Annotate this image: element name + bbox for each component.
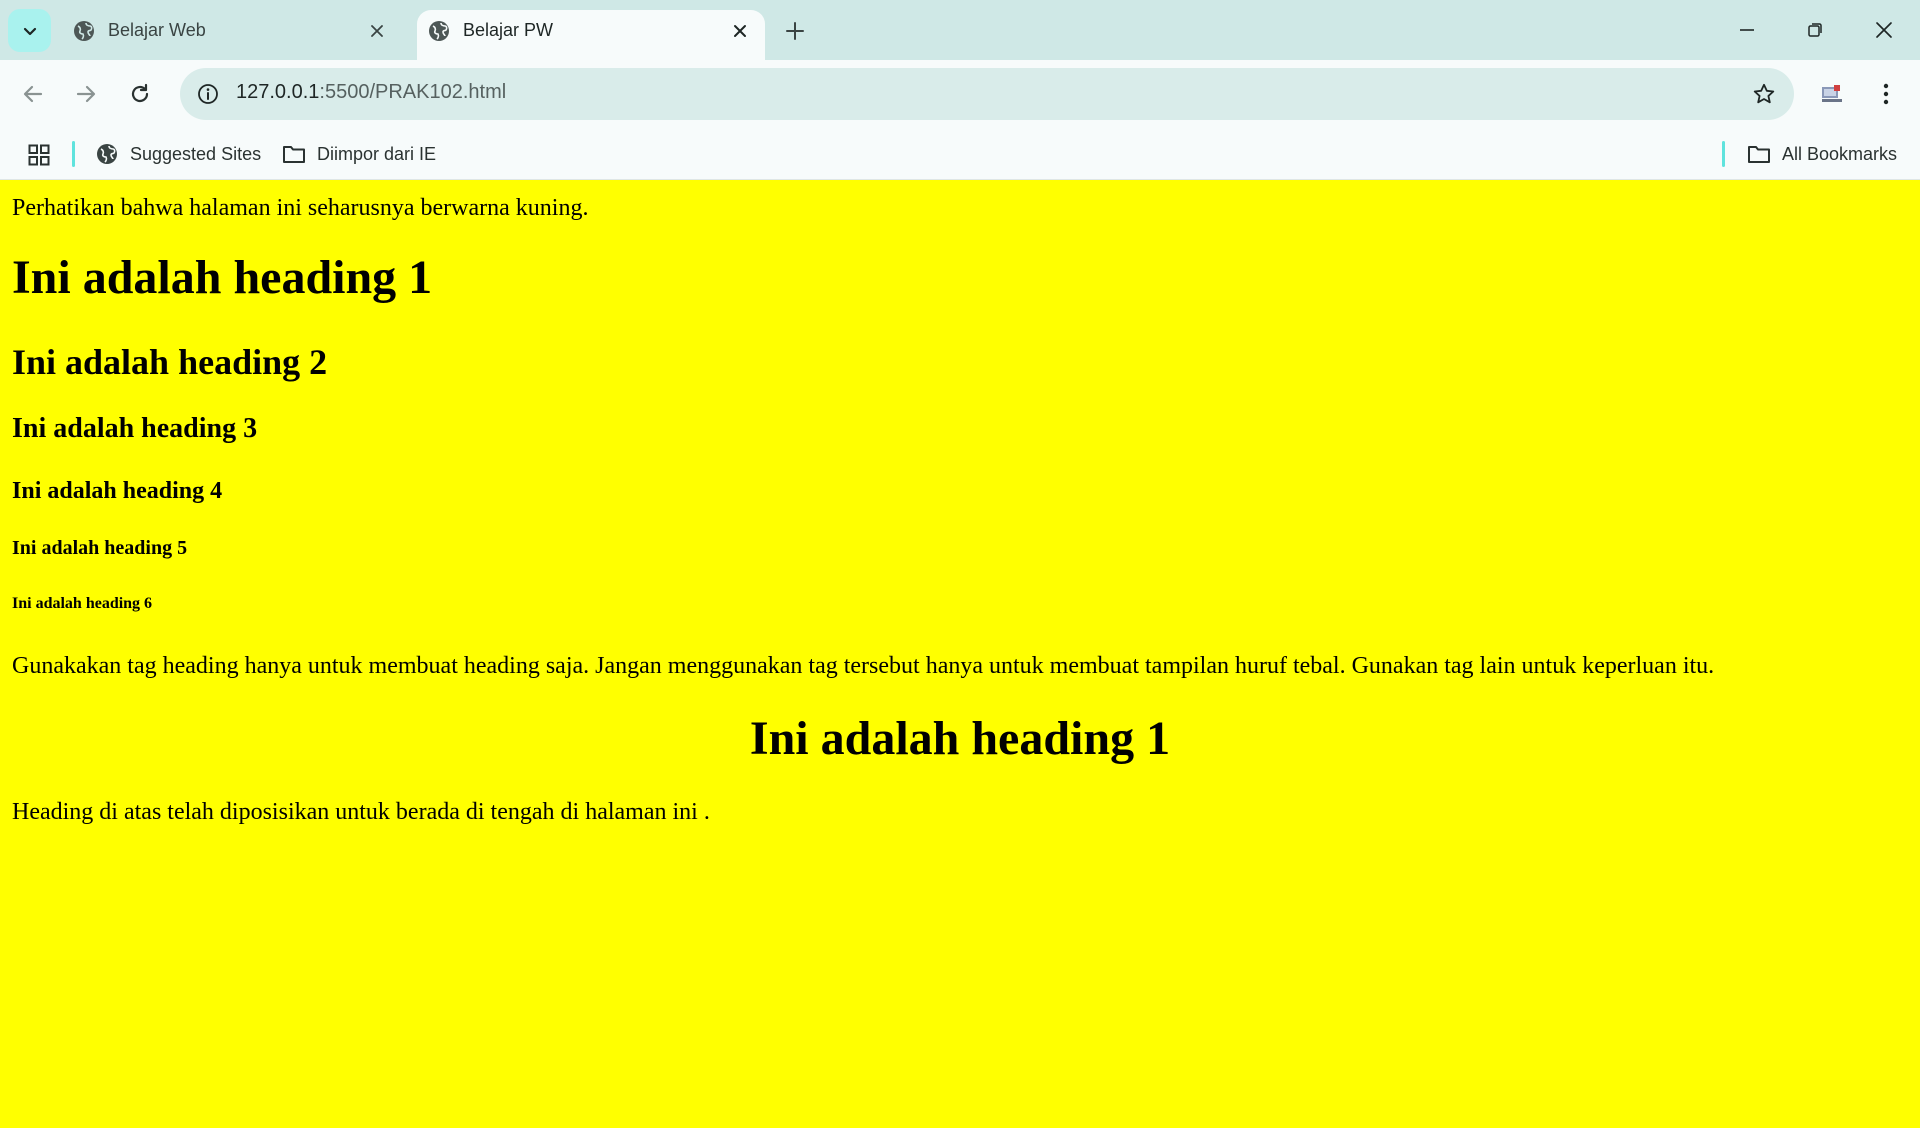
arrow-right-icon <box>76 85 96 103</box>
heading-1: Ini adalah heading 1 <box>12 251 433 304</box>
reload-button[interactable] <box>120 74 160 114</box>
heading-2: Ini adalah heading 2 <box>12 342 328 382</box>
heading-6: Ini adalah heading 6 <box>12 595 153 612</box>
heading-4: Ini adalah heading 4 <box>12 478 223 504</box>
minimize-icon <box>1740 29 1754 31</box>
tab-close-button[interactable] <box>364 18 390 44</box>
globe-icon <box>74 21 94 41</box>
extension-icon <box>1822 85 1842 102</box>
centered-heading-1: Ini adalah heading 1 <box>749 712 1171 765</box>
close-icon <box>371 25 383 37</box>
apps-button[interactable] <box>22 138 56 172</box>
center-note-paragraph: Heading di atas telah diposisikan untuk … <box>12 799 710 825</box>
bookmark-folder-all[interactable]: All Bookmarks <box>1746 136 1897 172</box>
info-icon <box>198 84 218 104</box>
bookmark-label: All Bookmarks <box>1782 143 1898 164</box>
bookmark-folder-diimpor[interactable]: Diimpor dari IE <box>281 136 436 172</box>
bookmarks-separator <box>72 141 75 167</box>
web-page-content: Perhatikan bahwa halaman ini seharusnya … <box>0 181 1920 1128</box>
site-info-button[interactable] <box>192 78 224 110</box>
restore-button[interactable] <box>1792 8 1838 52</box>
forward-button[interactable] <box>66 74 106 114</box>
extension-button[interactable] <box>1812 76 1852 112</box>
close-icon <box>1876 22 1892 38</box>
tab-belajar-pw[interactable]: Belajar PW <box>417 10 765 60</box>
star-icon <box>1753 83 1775 104</box>
bookmark-star-button[interactable] <box>1748 78 1780 110</box>
globe-icon <box>94 141 120 167</box>
url-text[interactable]: 127.0.0.1:5500/PRAK102.html <box>236 81 506 104</box>
tab-title: Belajar Web <box>108 20 206 40</box>
kebab-menu-icon <box>1883 83 1889 105</box>
browser-toolbar: 127.0.0.1:5500/PRAK102.html <box>0 60 1920 128</box>
bookmarks-separator <box>1722 141 1725 167</box>
folder-icon <box>281 141 307 167</box>
globe-icon <box>429 21 449 41</box>
bookmark-label: Suggested Sites <box>130 143 262 164</box>
plus-icon <box>786 22 804 40</box>
tab-title: Belajar PW <box>463 20 554 40</box>
arrow-left-icon <box>23 85 43 103</box>
intro-paragraph: Perhatikan bahwa halaman ini seharusnya … <box>12 195 589 221</box>
url-path: :5500/PRAK102.html <box>319 81 507 103</box>
browser-menu-button[interactable] <box>1868 74 1904 114</box>
chevron-down-icon <box>23 27 36 35</box>
bookmark-suggested-sites[interactable]: Suggested Sites <box>94 136 261 172</box>
close-icon <box>734 25 746 37</box>
address-bar[interactable]: 127.0.0.1:5500/PRAK102.html <box>180 68 1794 120</box>
tab-strip: Belajar Web Belajar PW <box>0 0 1920 60</box>
folder-icon <box>1746 141 1772 167</box>
minimize-button[interactable] <box>1724 8 1770 52</box>
bookmarks-bar: Suggested Sites Diimpor dari IE All Book… <box>0 128 1920 180</box>
heading-3: Ini adalah heading 3 <box>12 413 258 444</box>
reload-icon <box>131 83 149 103</box>
close-window-button[interactable] <box>1861 8 1907 52</box>
heading-5: Ini adalah heading 5 <box>12 537 188 559</box>
back-button[interactable] <box>13 74 53 114</box>
url-host: 127.0.0.1 <box>236 81 320 103</box>
tab-search-button[interactable] <box>8 9 51 52</box>
new-tab-button[interactable] <box>776 12 814 50</box>
tab-close-button[interactable] <box>727 18 753 44</box>
restore-icon <box>1808 23 1822 37</box>
bookmark-label: Diimpor dari IE <box>317 143 437 164</box>
usage-paragraph: Gunakakan tag heading hanya untuk membua… <box>12 653 1715 679</box>
apps-grid-icon <box>28 144 50 166</box>
tab-belajar-web[interactable]: Belajar Web <box>62 10 402 60</box>
